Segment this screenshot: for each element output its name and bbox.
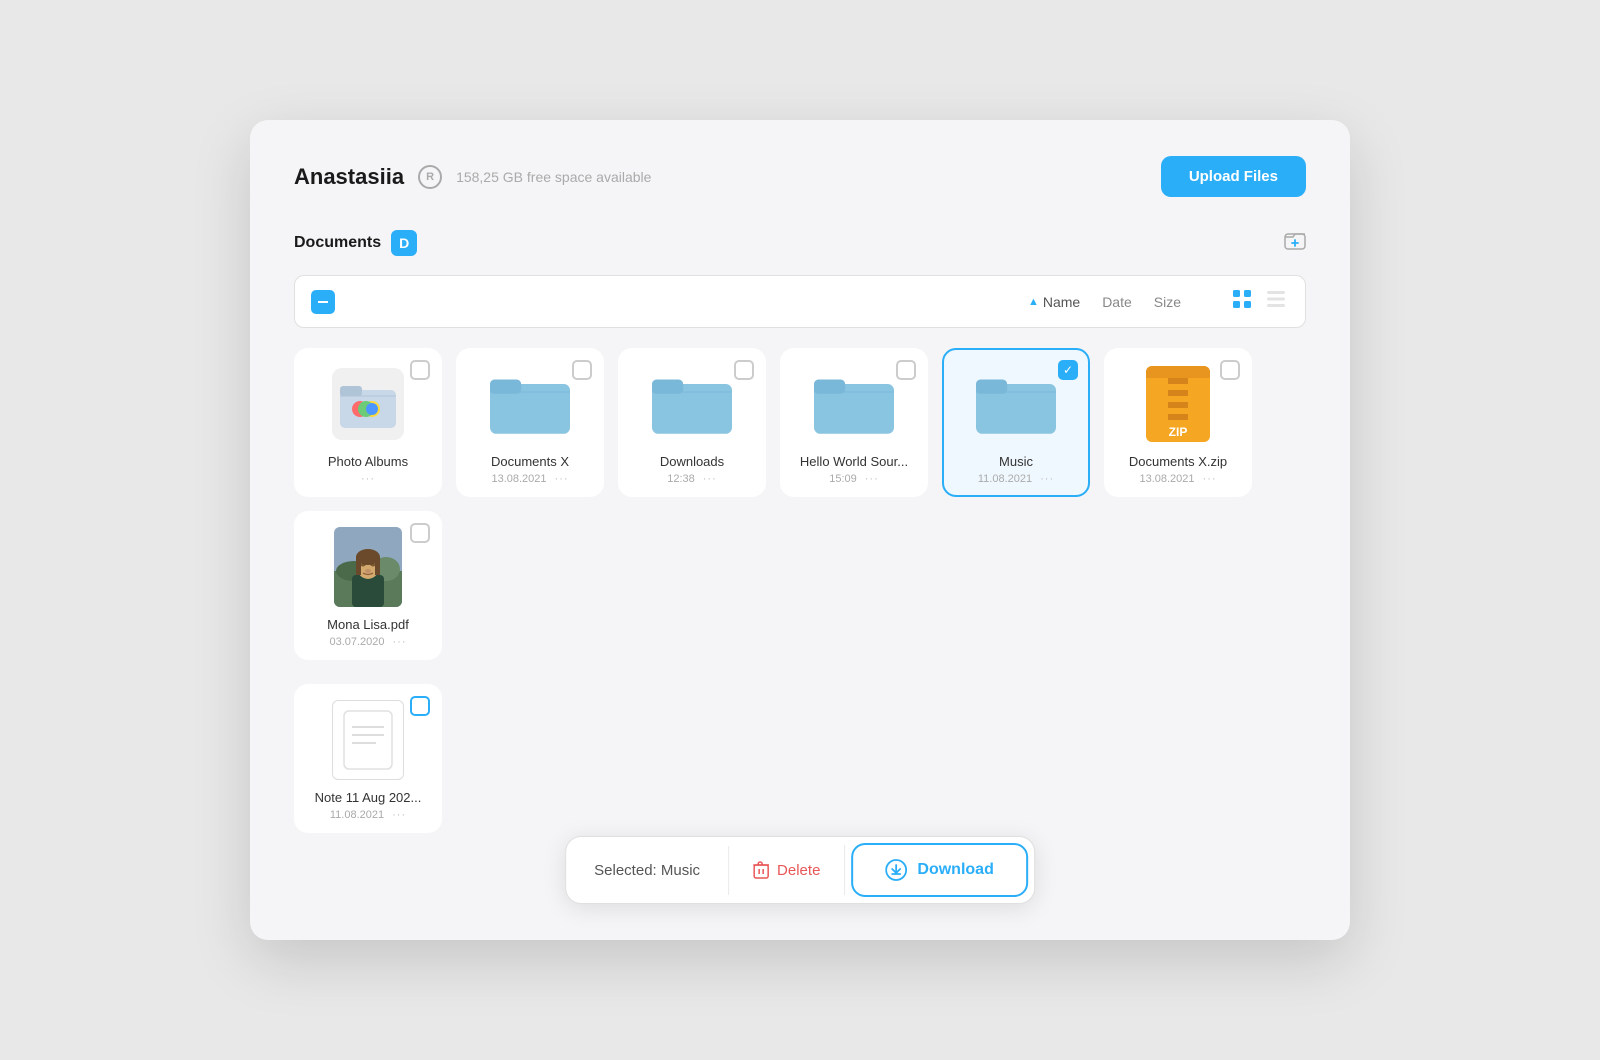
view-icons	[1229, 288, 1289, 315]
note-icon	[332, 700, 404, 780]
free-space-text: 158,25 GB free space available	[456, 169, 651, 185]
file-card-photo-albums[interactable]: Photo Albums ···	[294, 348, 442, 497]
zip-icon: ZIP	[1144, 364, 1212, 444]
mona-lisa-thumbnail	[334, 527, 402, 607]
user-name: Anastasiia	[294, 164, 404, 190]
file-meta-downloads: 12:38 ···	[632, 473, 752, 485]
file-name-documents-x-zip: Documents X.zip	[1118, 454, 1238, 469]
sort-name[interactable]: ▲ Name	[1028, 294, 1080, 310]
file-meta-documents-x: 13.08.2021 ···	[470, 473, 590, 485]
sort-arrow-icon: ▲	[1028, 296, 1039, 308]
action-bar: Selected: Music Delete Download	[565, 836, 1035, 904]
file-meta-mona-lisa: 03.07.2020 ···	[308, 636, 428, 648]
file-name-photo-albums: Photo Albums	[308, 454, 428, 469]
file-card-note-aug[interactable]: Note 11 Aug 202... 11.08.2021 ···	[294, 684, 442, 833]
file-meta-hello-world: 15:09 ···	[794, 473, 914, 485]
photo-album-folder-icon	[332, 368, 404, 440]
files-grid: Photo Albums ··· Documents X 13.08.2021 …	[294, 348, 1306, 660]
file-name-note-aug: Note 11 Aug 202...	[308, 790, 428, 805]
registered-icon: R	[418, 165, 442, 189]
file-meta-photo-albums: ···	[308, 473, 428, 485]
file-card-documents-x-zip[interactable]: ZIP Documents X.zip 13.08.2021 ···	[1104, 348, 1252, 497]
file-name-mona-lisa: Mona Lisa.pdf	[308, 617, 428, 632]
breadcrumb-label: Documents	[294, 234, 381, 252]
file-card-documents-x[interactable]: Documents X 13.08.2021 ···	[456, 348, 604, 497]
grid-view-button[interactable]	[1229, 288, 1255, 315]
folder-icon-downloads	[652, 370, 732, 438]
breadcrumb-row: Documents D	[294, 229, 1306, 257]
checkbox-mona-lisa[interactable]	[410, 523, 430, 543]
sort-controls: ▲ Name Date Size	[1028, 294, 1181, 310]
selected-label: Selected: Music	[566, 846, 729, 895]
folder-icon-music	[976, 370, 1056, 438]
upload-files-button[interactable]: Upload Files	[1161, 156, 1306, 197]
select-all-button[interactable]	[311, 290, 335, 314]
checkbox-music[interactable]: ✓	[1058, 360, 1078, 380]
file-meta-documents-x-zip: 13.08.2021 ···	[1118, 473, 1238, 485]
folder-icon-hello-world	[814, 370, 894, 438]
add-folder-icon[interactable]	[1284, 229, 1306, 257]
trash-icon	[753, 861, 769, 879]
file-name-hello-world: Hello World Sour...	[794, 454, 914, 469]
sort-date[interactable]: Date	[1102, 294, 1132, 310]
file-meta-music: 11.08.2021 ···	[956, 473, 1076, 485]
checkbox-hello-world[interactable]	[896, 360, 916, 380]
file-card-music[interactable]: ✓ Music 11.08.2021 ···	[942, 348, 1090, 497]
header: Anastasiia R 158,25 GB free space availa…	[294, 156, 1306, 197]
toolbar: ▲ Name Date Size	[294, 275, 1306, 328]
breadcrumb-icon: D	[391, 230, 417, 256]
file-meta-note-aug: 11.08.2021 ···	[308, 809, 428, 821]
checkbox-documents-x-zip[interactable]	[1220, 360, 1240, 380]
checkbox-note-aug[interactable]	[410, 696, 430, 716]
header-left: Anastasiia R 158,25 GB free space availa…	[294, 164, 651, 190]
breadcrumb: Documents D	[294, 230, 417, 256]
app-window: Anastasiia R 158,25 GB free space availa…	[250, 120, 1350, 940]
file-card-hello-world[interactable]: Hello World Sour... 15:09 ···	[780, 348, 928, 497]
file-name-downloads: Downloads	[632, 454, 752, 469]
list-view-button[interactable]	[1263, 288, 1289, 315]
files-grid-row2: Note 11 Aug 202... 11.08.2021 ···	[294, 684, 1306, 833]
file-name-documents-x: Documents X	[470, 454, 590, 469]
file-name-music: Music	[956, 454, 1076, 469]
delete-button[interactable]: Delete	[729, 845, 845, 895]
download-button[interactable]: Download	[851, 843, 1027, 897]
svg-text:ZIP: ZIP	[1169, 425, 1188, 439]
sort-size[interactable]: Size	[1154, 294, 1181, 310]
download-icon	[885, 859, 907, 881]
file-card-downloads[interactable]: Downloads 12:38 ···	[618, 348, 766, 497]
checkbox-photo-albums[interactable]	[410, 360, 430, 380]
checkbox-downloads[interactable]	[734, 360, 754, 380]
file-card-mona-lisa[interactable]: Mona Lisa.pdf 03.07.2020 ···	[294, 511, 442, 660]
folder-icon-documents-x	[490, 370, 570, 438]
checkbox-documents-x[interactable]	[572, 360, 592, 380]
